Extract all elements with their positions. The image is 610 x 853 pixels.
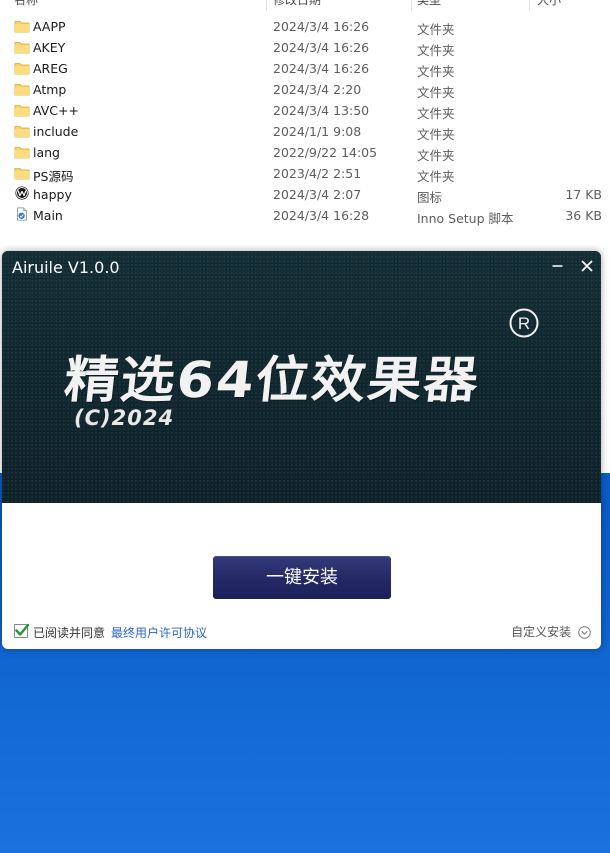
registered-mark-letter: R [518, 314, 530, 333]
file-name: PS源码 [33, 169, 74, 184]
file-name: Main [33, 208, 63, 223]
file-row[interactable]: AAPP 2024/3/4 16:26 文件夹 [0, 16, 610, 37]
folder-icon [14, 63, 30, 75]
file-type: Inno Setup 脚本 [417, 211, 514, 226]
folder-icon [14, 147, 30, 159]
file-name: Atmp [33, 82, 67, 97]
file-row[interactable]: happy 2024/3/4 2:07 图标 17 KB [0, 184, 610, 205]
minimize-button[interactable] [547, 252, 569, 278]
file-name: happy [33, 187, 72, 202]
window-title: Airuile V1.0.0 [12, 258, 120, 277]
file-row[interactable]: AVC++ 2024/3/4 13:50 文件夹 [0, 100, 610, 121]
file-type: 文件夹 [417, 127, 455, 142]
product-headline: 精选64位效果器 [61, 350, 483, 409]
file-type: 文件夹 [417, 22, 455, 37]
waves-app-icon [15, 186, 29, 200]
file-row[interactable]: AREG 2024/3/4 16:26 文件夹 [0, 58, 610, 79]
column-divider[interactable] [411, 0, 412, 11]
column-size[interactable]: 大小 [537, 0, 561, 8]
file-name: AVC++ [33, 103, 79, 118]
file-date: 2023/4/2 2:51 [273, 166, 362, 181]
file-row[interactable]: Main 2024/3/4 16:28 Inno Setup 脚本 36 KB [0, 205, 610, 226]
file-date: 2024/1/1 9:08 [273, 124, 362, 139]
file-name: AAPP [33, 19, 66, 34]
chevron-down-circle-icon [578, 626, 591, 639]
close-icon [581, 260, 593, 272]
file-type: 文件夹 [417, 106, 455, 121]
file-type: 图标 [417, 190, 443, 205]
file-date: 2024/3/4 16:26 [273, 40, 370, 55]
column-divider[interactable] [266, 0, 267, 11]
file-name: lang [33, 145, 60, 160]
column-type[interactable]: 类型 [417, 0, 441, 8]
inno-script-icon [17, 207, 27, 221]
column-date[interactable]: 修改日期 [273, 0, 321, 8]
custom-install-label: 自定义安装 [511, 625, 572, 639]
agree-label[interactable]: 已阅读并同意 [33, 624, 105, 641]
file-date: 2024/3/4 2:07 [273, 187, 362, 202]
folder-icon [14, 84, 30, 96]
file-type: 文件夹 [417, 148, 455, 163]
checkmark-icon [15, 623, 30, 636]
license-agreement-link[interactable]: 最终用户许可协议 [111, 624, 207, 641]
file-size: 36 KB [565, 208, 602, 223]
file-date: 2024/3/4 16:28 [273, 208, 370, 223]
column-header: 名称 修改日期 类型 大小 [0, 0, 610, 11]
file-date: 2024/3/4 13:50 [273, 103, 370, 118]
file-row[interactable]: lang 2022/9/22 14:05 文件夹 [0, 142, 610, 163]
file-row[interactable]: AKEY 2024/3/4 16:26 文件夹 [0, 37, 610, 58]
file-row[interactable]: include 2024/1/1 9:08 文件夹 [0, 121, 610, 142]
file-name: AREG [33, 61, 68, 76]
file-date: 2022/9/22 14:05 [273, 145, 378, 160]
copyright-year: (C)2024 [74, 406, 175, 430]
file-type: 文件夹 [417, 43, 455, 58]
file-row[interactable]: PS源码 2023/4/2 2:51 文件夹 [0, 163, 610, 184]
file-row[interactable]: Atmp 2024/3/4 2:20 文件夹 [0, 79, 610, 100]
installer-window: Airuile V1.0.0 R 精选64位效果器 (C)2024 一键安装 已… [2, 251, 601, 649]
agree-checkbox[interactable] [14, 623, 30, 638]
file-type: 文件夹 [417, 85, 455, 100]
file-name: include [33, 124, 79, 139]
close-button[interactable] [576, 252, 598, 278]
custom-install-button[interactable]: 自定义安装 [511, 623, 591, 640]
file-name: AKEY [33, 40, 66, 55]
folder-icon [14, 21, 30, 33]
column-name[interactable]: 名称 [14, 0, 38, 8]
one-click-install-button[interactable]: 一键安装 [213, 556, 391, 599]
file-size: 17 KB [565, 187, 602, 202]
minimize-icon [552, 265, 563, 267]
file-date: 2024/3/4 16:26 [273, 19, 370, 34]
folder-icon [14, 105, 30, 117]
file-type: 文件夹 [417, 64, 455, 79]
file-list: AAPP 2024/3/4 16:26 文件夹 AKEY 2024/3/4 16… [0, 16, 610, 226]
file-date: 2024/3/4 2:20 [273, 82, 362, 97]
column-divider[interactable] [529, 0, 530, 11]
registered-mark-icon: R [509, 308, 539, 338]
file-type: 文件夹 [417, 169, 455, 184]
file-date: 2024/3/4 16:26 [273, 61, 370, 76]
folder-icon [14, 126, 30, 138]
installer-banner[interactable]: Airuile V1.0.0 R 精选64位效果器 (C)2024 [2, 251, 601, 503]
folder-icon [14, 168, 30, 180]
folder-icon [14, 42, 30, 54]
